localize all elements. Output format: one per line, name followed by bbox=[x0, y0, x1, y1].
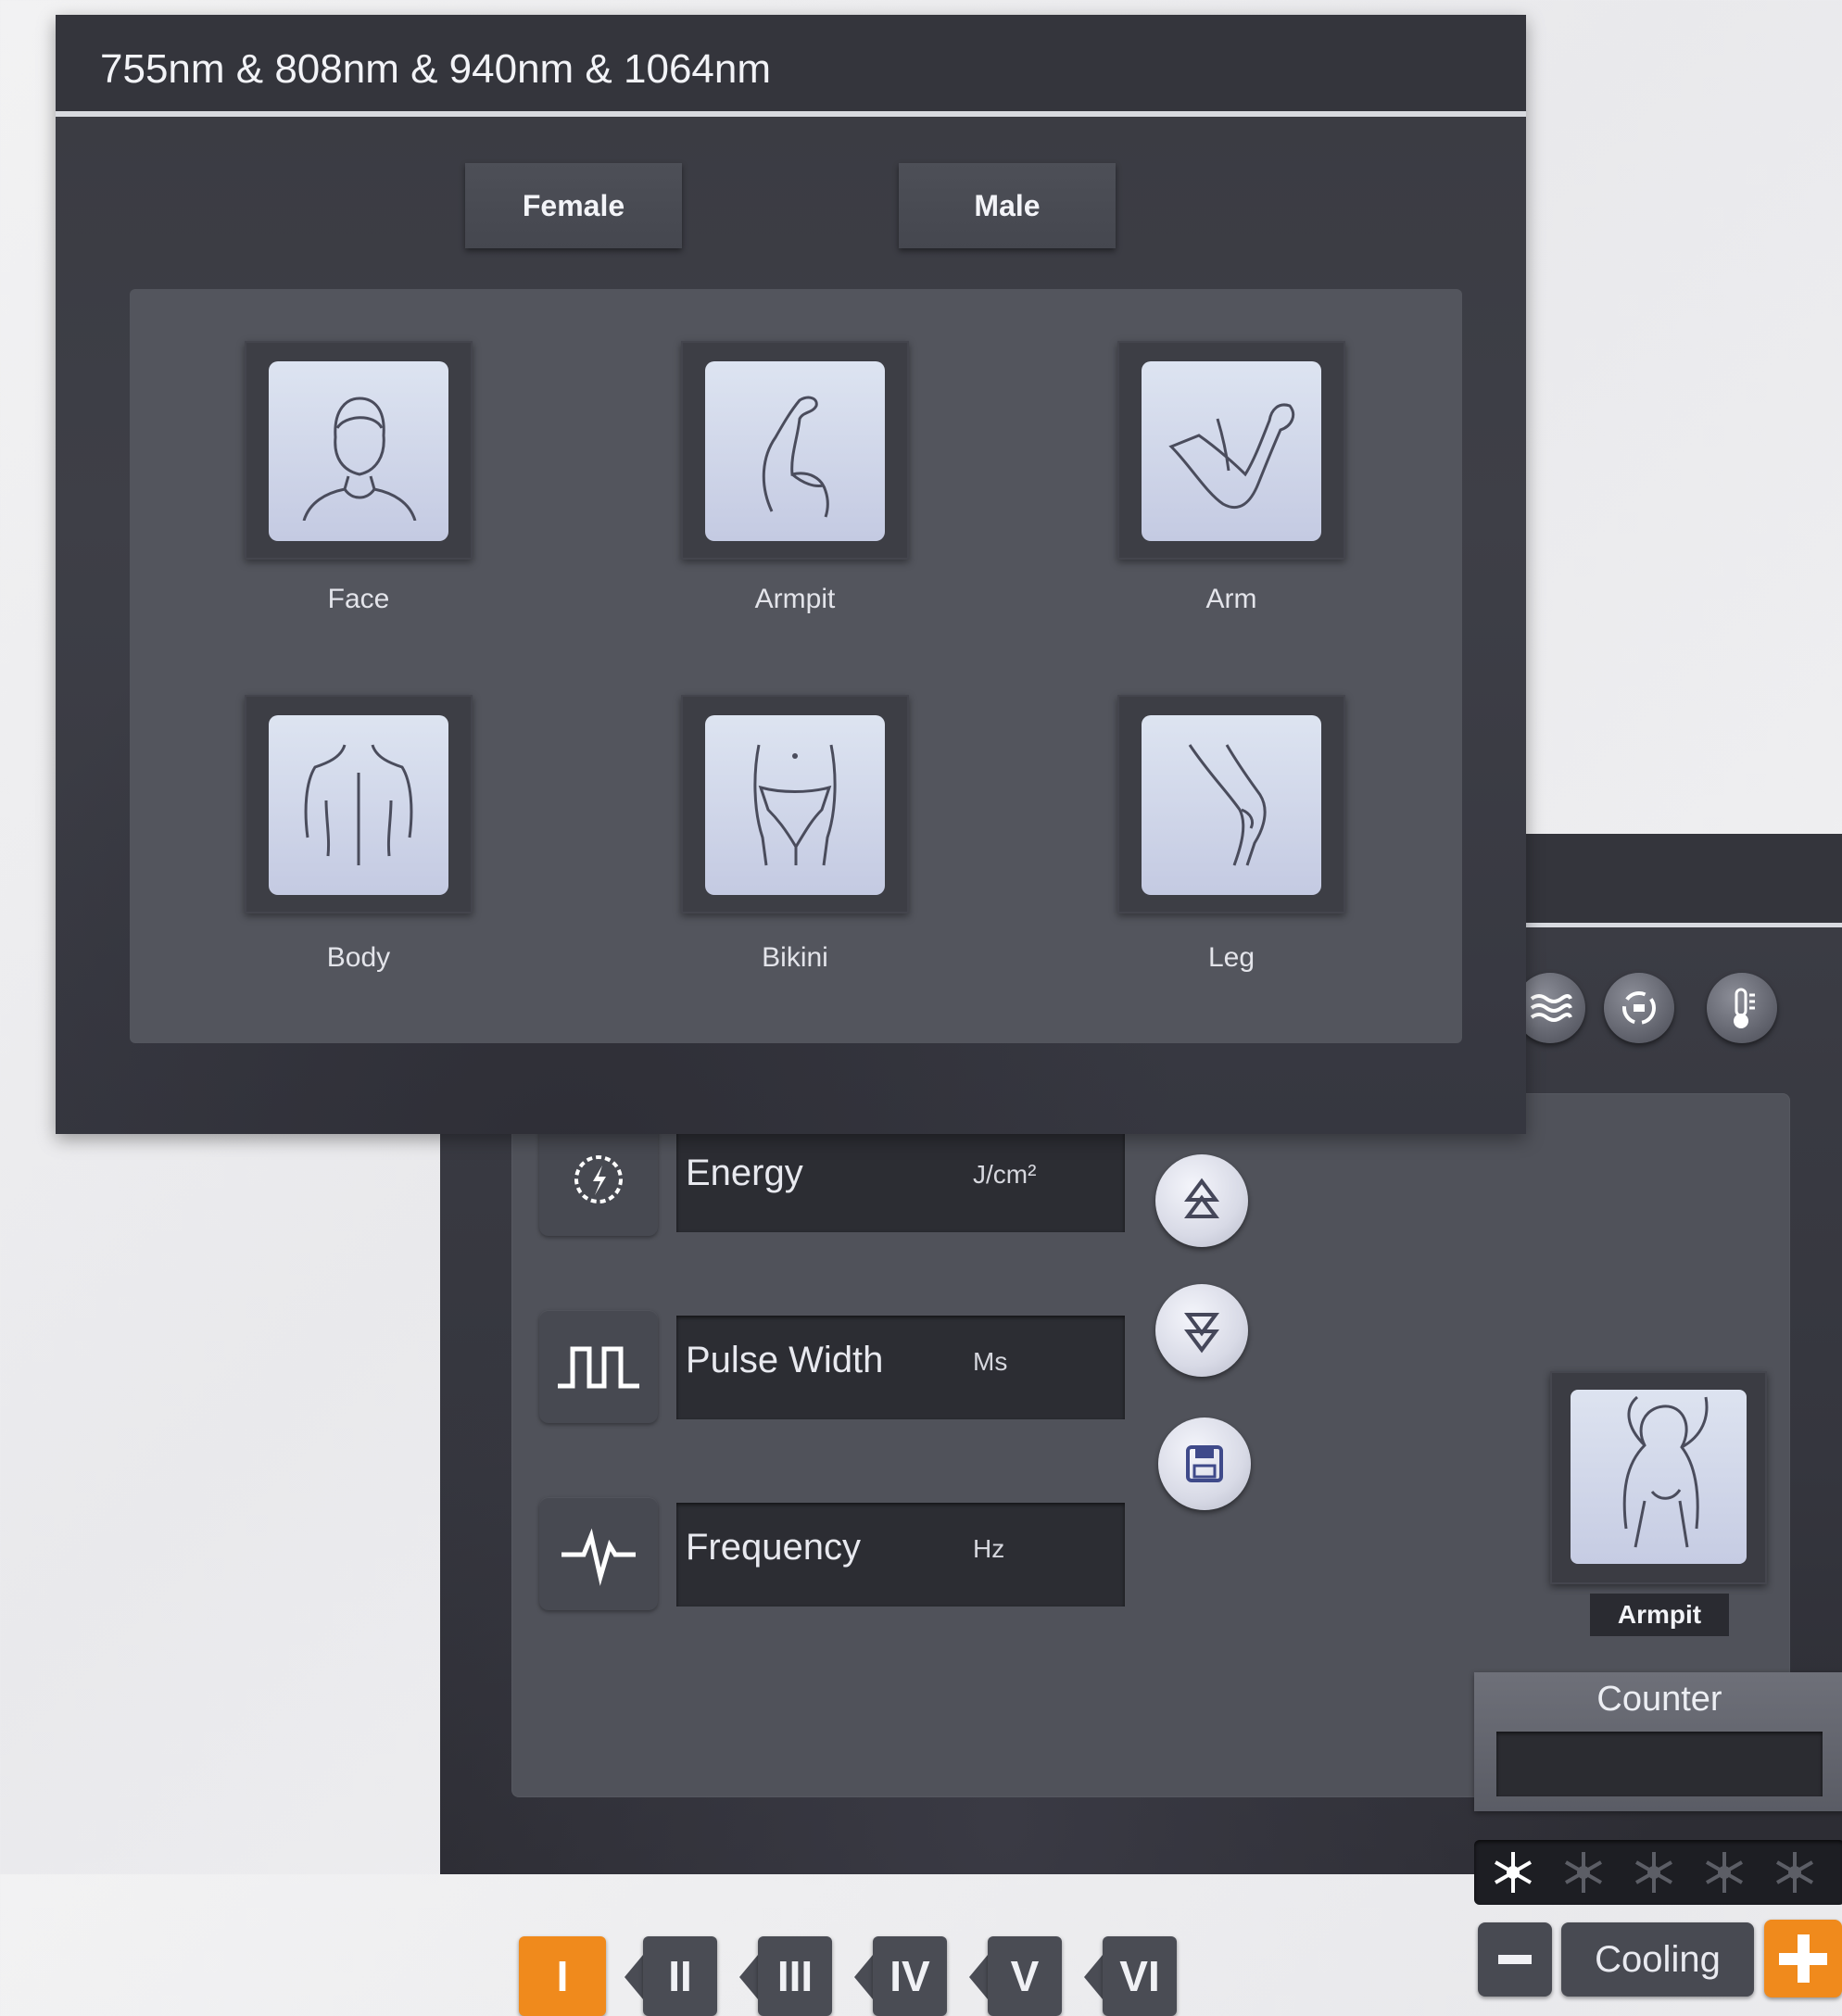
area-armpit-label: Armpit bbox=[754, 584, 836, 614]
decrease-icon bbox=[1184, 1313, 1219, 1354]
thermometer-icon[interactable] bbox=[1707, 973, 1777, 1043]
frequency-label: Frequency bbox=[686, 1527, 861, 1568]
snowflake-icon-1 bbox=[1494, 1852, 1533, 1893]
pulse-width-label: Pulse Width bbox=[686, 1340, 884, 1380]
energy-field[interactable]: Energy J/cm² bbox=[676, 1128, 1125, 1232]
female-button[interactable]: Female bbox=[465, 163, 682, 248]
save-icon bbox=[1186, 1445, 1223, 1482]
energy-icon bbox=[539, 1123, 658, 1236]
level-ii-button[interactable]: II bbox=[643, 1936, 717, 2016]
area-arm[interactable] bbox=[1117, 341, 1345, 560]
snowflake-icon-3 bbox=[1634, 1852, 1673, 1893]
counter-box: Counter bbox=[1474, 1672, 1842, 1811]
heartbeat-icon bbox=[539, 1497, 658, 1610]
body-area-panel: Face Armpit Arm Body Bikini Leg bbox=[130, 289, 1462, 1043]
level-iv-button[interactable]: IV bbox=[873, 1936, 947, 2016]
arrow-left-icon bbox=[625, 1955, 643, 1999]
arrow-left-icon bbox=[1084, 1955, 1103, 1999]
area-body[interactable] bbox=[245, 695, 473, 914]
area-body-label: Body bbox=[326, 942, 391, 973]
armpit-raised-icon bbox=[1571, 1390, 1747, 1564]
cooling-level-bar bbox=[1474, 1840, 1842, 1905]
header-divider bbox=[56, 111, 1526, 117]
area-face[interactable] bbox=[245, 341, 473, 560]
snowflake-icon-4 bbox=[1705, 1852, 1744, 1893]
cooling-plus-button[interactable] bbox=[1764, 1920, 1842, 1997]
level-iii-button[interactable]: III bbox=[758, 1936, 832, 2016]
energy-label: Energy bbox=[686, 1153, 803, 1193]
male-button[interactable]: Male bbox=[899, 163, 1116, 248]
cycle-icon[interactable] bbox=[1604, 973, 1674, 1043]
screen-header: 755nm & 808nm & 940nm & 1064nm bbox=[56, 15, 1526, 111]
energy-unit: J/cm² bbox=[973, 1160, 1037, 1189]
selected-area-preview bbox=[1550, 1371, 1767, 1584]
increase-button[interactable] bbox=[1155, 1154, 1248, 1247]
frequency-field[interactable]: Frequency Hz bbox=[676, 1503, 1125, 1606]
cooling-minus-button[interactable] bbox=[1478, 1922, 1552, 1997]
minus-icon bbox=[1498, 1955, 1532, 1964]
level-v-button[interactable]: V bbox=[988, 1936, 1062, 2016]
area-bikini[interactable] bbox=[681, 695, 909, 914]
face-icon bbox=[269, 361, 448, 541]
arrow-left-icon bbox=[854, 1955, 873, 1999]
counter-display bbox=[1496, 1732, 1823, 1796]
pulse-width-unit: Ms bbox=[973, 1347, 1008, 1376]
selected-area-label: Armpit bbox=[1590, 1594, 1729, 1636]
pulse-wave-icon bbox=[539, 1310, 658, 1423]
snowflake-icon-2 bbox=[1564, 1852, 1603, 1893]
cooling-label: Cooling bbox=[1561, 1922, 1754, 1997]
area-armpit[interactable] bbox=[681, 341, 909, 560]
arrow-left-icon bbox=[739, 1955, 758, 1999]
frequency-unit: Hz bbox=[973, 1534, 1005, 1563]
leg-icon bbox=[1142, 715, 1321, 895]
parameter-panel: Energy J/cm² Pulse Width Ms Frequency Hz bbox=[511, 1093, 1842, 2016]
body-back-icon bbox=[269, 715, 448, 895]
armpit-icon bbox=[705, 361, 885, 541]
area-arm-label: Arm bbox=[1205, 584, 1257, 614]
pulse-width-field[interactable]: Pulse Width Ms bbox=[676, 1316, 1125, 1419]
level-vi-button[interactable]: VI bbox=[1103, 1936, 1177, 2016]
wavelength-title: 755nm & 808nm & 940nm & 1064nm bbox=[100, 46, 772, 92]
arm-icon bbox=[1142, 361, 1321, 541]
area-leg[interactable] bbox=[1117, 695, 1345, 914]
arrow-left-icon bbox=[969, 1955, 988, 1999]
increase-icon bbox=[1184, 1178, 1219, 1218]
save-button[interactable] bbox=[1158, 1418, 1251, 1510]
bikini-icon bbox=[705, 715, 885, 895]
snowflake-icon-5 bbox=[1775, 1852, 1814, 1893]
counter-title: Counter bbox=[1596, 1680, 1722, 1719]
body-area-screen: 755nm & 808nm & 940nm & 1064nm Female Ma… bbox=[56, 15, 1526, 1134]
decrease-button[interactable] bbox=[1155, 1284, 1248, 1377]
area-leg-label: Leg bbox=[1207, 942, 1255, 973]
area-bikini-label: Bikini bbox=[762, 942, 828, 973]
level-i-button[interactable]: I bbox=[519, 1936, 606, 2016]
area-face-label: Face bbox=[327, 584, 390, 614]
